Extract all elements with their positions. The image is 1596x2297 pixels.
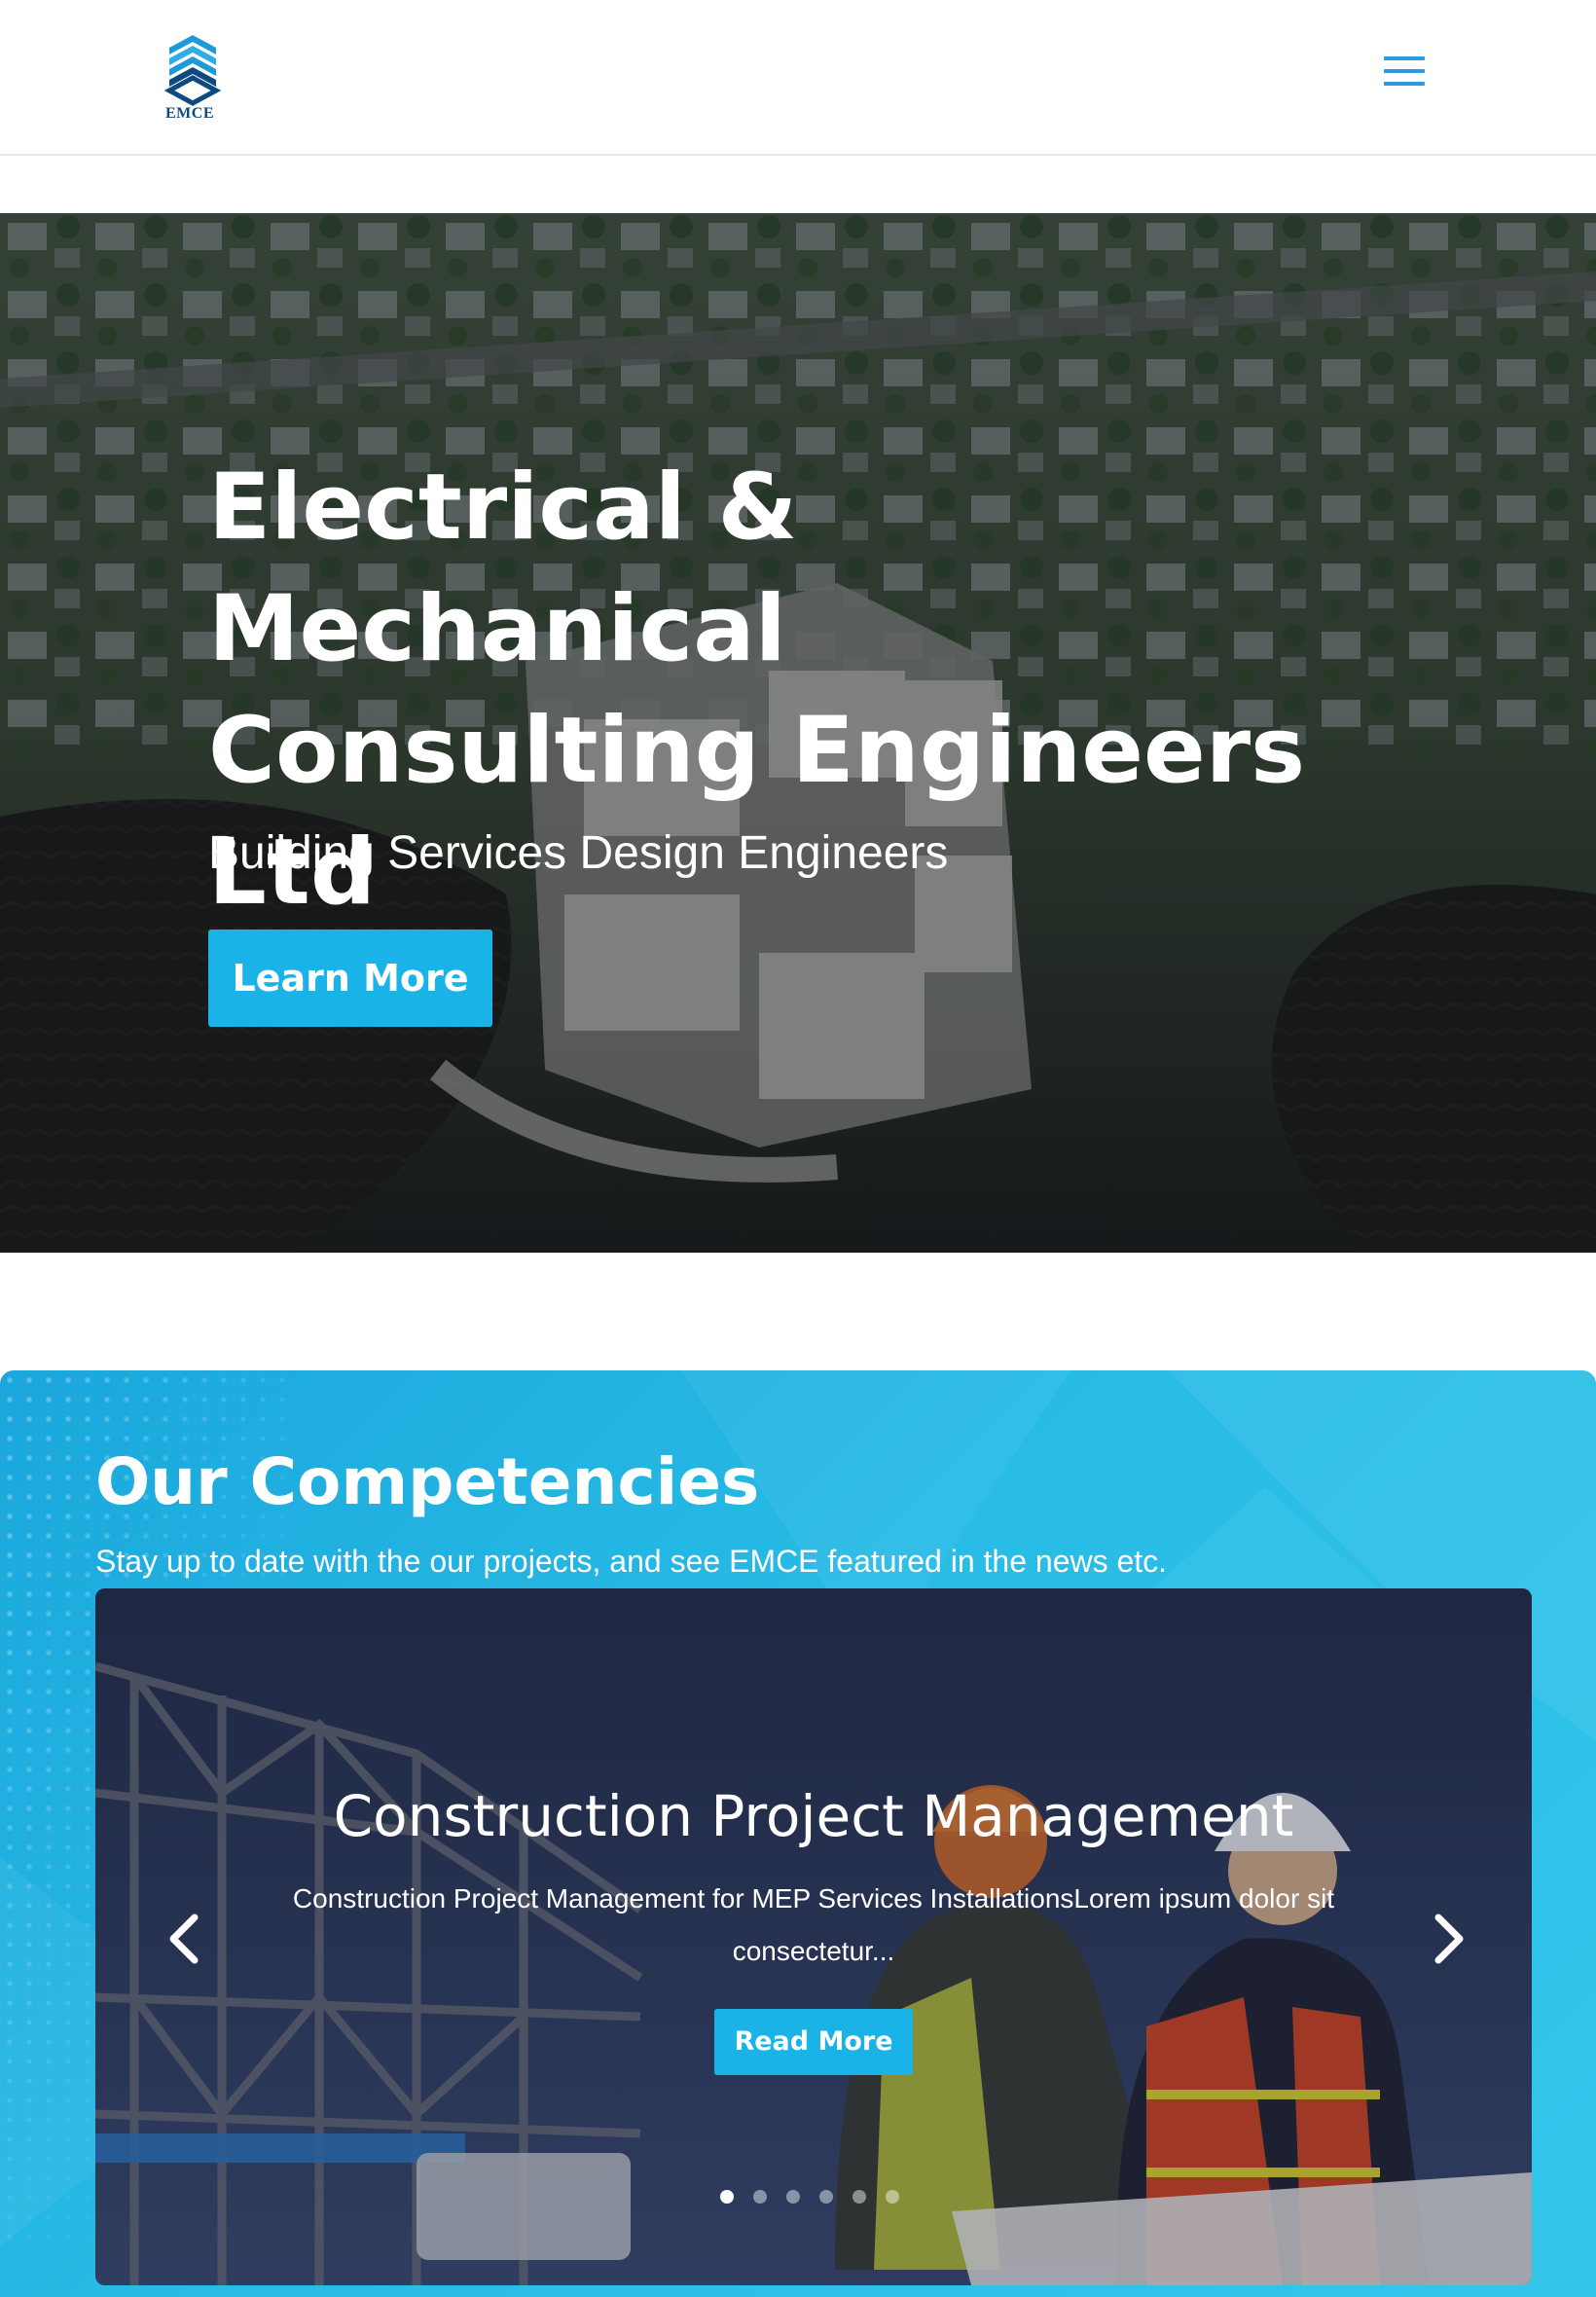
competencies-section: Our Competencies Stay up to date with th… xyxy=(0,1370,1596,2297)
read-more-button[interactable]: Read More xyxy=(714,2009,913,2075)
slider-dot[interactable] xyxy=(852,2190,866,2204)
hamburger-menu-icon[interactable] xyxy=(1380,56,1429,95)
site-header: EMCE xyxy=(0,0,1596,156)
learn-more-button[interactable]: Learn More xyxy=(208,930,492,1027)
hero-subtitle: Building Services Design Engineers xyxy=(208,827,949,879)
slider-dot[interactable] xyxy=(886,2190,899,2204)
section-subtitle: Stay up to date with the our projects, a… xyxy=(95,1544,1168,1579)
slide-title: Construction Project Management xyxy=(333,1783,1294,1849)
slider-dot[interactable] xyxy=(720,2190,734,2204)
slider-pagination xyxy=(720,2190,915,2209)
chevron-right-icon[interactable] xyxy=(1417,1908,1475,1970)
competencies-slider: Construction Project Management Construc… xyxy=(95,1588,1532,2285)
slider-dot[interactable] xyxy=(819,2190,833,2204)
slider-dot[interactable] xyxy=(753,2190,767,2204)
slider-dot[interactable] xyxy=(786,2190,800,2204)
logo-text: EMCE xyxy=(165,105,214,122)
section-title: Our Competencies xyxy=(95,1444,760,1519)
chevron-left-icon[interactable] xyxy=(158,1908,216,1970)
slide-description: Construction Project Management for MEP … xyxy=(292,1883,1335,1966)
hero-section: Electrical & Mechanical Consulting Engin… xyxy=(0,213,1596,1253)
